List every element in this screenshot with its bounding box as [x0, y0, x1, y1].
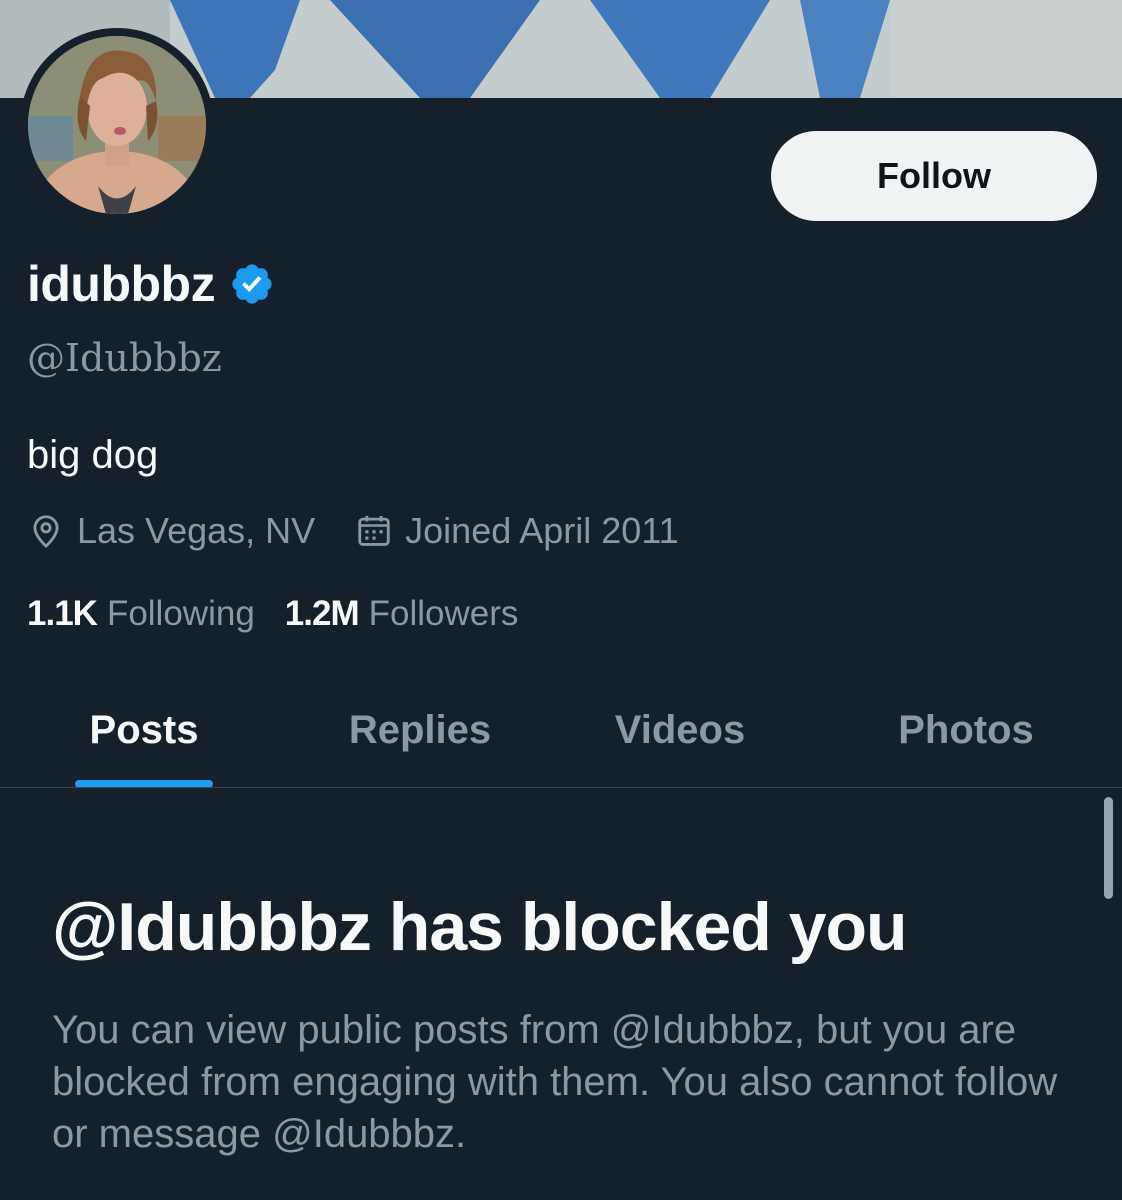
tab-videos[interactable]: Videos [578, 672, 782, 788]
avatar[interactable] [28, 36, 206, 214]
scrollbar[interactable] [1104, 797, 1113, 899]
verified-badge-icon[interactable] [229, 261, 275, 307]
blocked-title: @Idubbbz has blocked you [52, 889, 908, 965]
tab-posts[interactable]: Posts [42, 672, 246, 788]
tab-replies[interactable]: Replies [318, 672, 522, 788]
joined-item: Joined April 2011 [355, 510, 679, 552]
location-pin-icon [33, 515, 59, 548]
tabs-divider [0, 787, 1122, 788]
calendar-icon [358, 515, 390, 546]
location-text: Las Vegas, NV [77, 510, 316, 551]
profile-tabs: Posts Replies Videos Photos [0, 672, 1122, 788]
following-count: 1.1K [27, 594, 98, 633]
profile-handle: @Idubbbz [27, 336, 222, 380]
avatar-ring[interactable] [20, 28, 214, 222]
followers-label: Followers [368, 594, 519, 633]
profile-page: Follow idubbbz @Idubbbz big dog Las Vega… [0, 0, 1122, 1200]
following-link[interactable]: 1.1K Following [27, 594, 255, 634]
followers-link[interactable]: 1.2M Followers [285, 594, 519, 634]
profile-stats: 1.1K Following 1.2M Followers [27, 594, 518, 634]
joined-text: Joined April 2011 [405, 510, 679, 551]
blocked-description: You can view public posts from @Idubbbz,… [52, 1008, 1058, 1156]
display-name-row: idubbbz [27, 255, 275, 313]
profile-bio: big dog [27, 433, 159, 477]
display-name: idubbbz [27, 256, 216, 312]
followers-count: 1.2M [284, 594, 360, 633]
tab-photos[interactable]: Photos [864, 672, 1068, 788]
following-label: Following [106, 594, 255, 633]
avatar-photo [28, 36, 206, 214]
follow-button[interactable]: Follow [771, 131, 1097, 221]
location-item: Las Vegas, NV [27, 510, 315, 552]
profile-meta: Las Vegas, NV Joined April 2011 [27, 510, 679, 552]
